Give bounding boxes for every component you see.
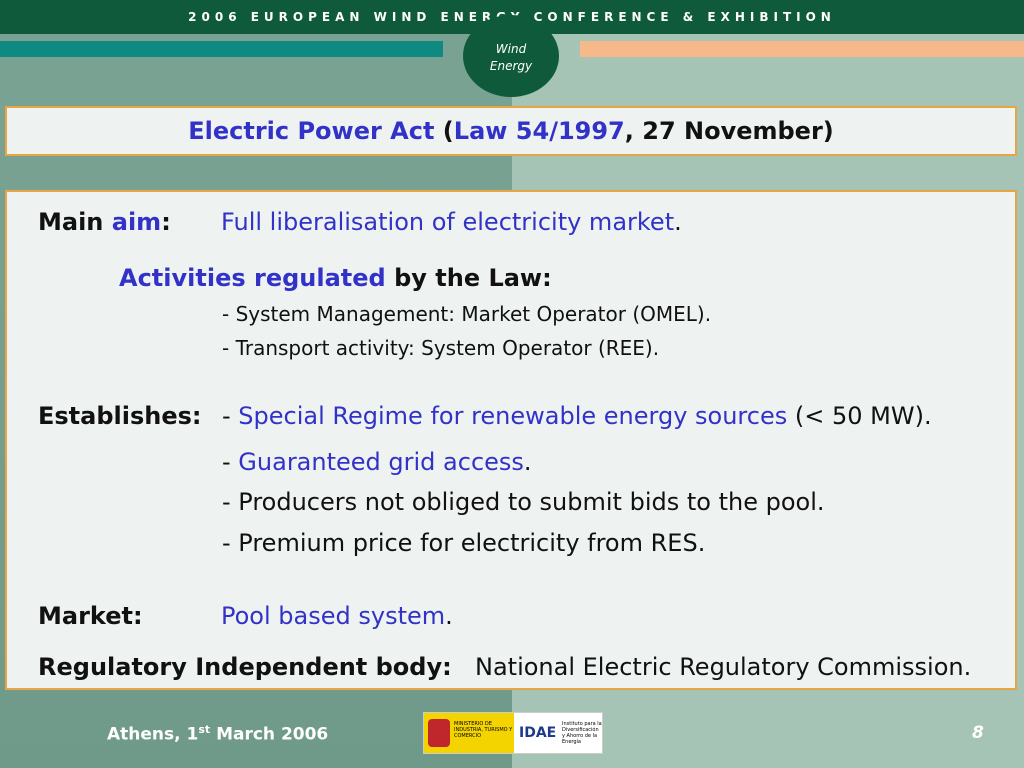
idae-text: Instituto para la Diversificación y Ahor… — [562, 721, 602, 745]
ministry-logo: MINISTERIO DE INDUSTRIA, TURISMO Y COMER… — [424, 713, 514, 753]
est2-grid-access: Guaranteed grid access — [238, 448, 524, 476]
est1-special-regime: Special Regime for renewable energy sour… — [238, 402, 788, 430]
activity-item-2: - Transport activity: System Operator (R… — [222, 336, 660, 360]
footer-date: March 2006 — [210, 724, 329, 745]
slide-title: Electric Power Act (Law 54/1997, 27 Nove… — [5, 106, 1017, 156]
regulatory-value: National Electric Regulatory Commission. — [475, 653, 972, 681]
idae-logo: IDAE Instituto para la Diversificación y… — [516, 713, 602, 753]
establishes-item-4: - Premium price for electricity from RES… — [222, 529, 706, 557]
logo-text-energy: Energy — [489, 59, 533, 73]
activity-item-1: - System Management: Market Operator (OM… — [222, 302, 712, 326]
est2-period: . — [523, 448, 532, 476]
wind-energy-logo: Wind Energy — [463, 15, 559, 97]
main-aim-value: Full liberalisation of electricity marke… — [221, 208, 682, 236]
footer-athens: Athens, 1 — [107, 724, 199, 745]
footer-location-date: Athens, 1st March 2006 — [107, 723, 328, 745]
market-value: Pool based system. — [221, 602, 453, 630]
est2-dash: - — [222, 448, 239, 476]
spain-crest-icon — [428, 719, 450, 747]
ministry-text: MINISTERIO DE INDUSTRIA, TURISMO Y COMER… — [454, 721, 513, 739]
establishes-item-2: - Guaranteed grid access. — [222, 448, 532, 476]
market-label: Market: — [38, 602, 143, 630]
main-aim-period: . — [674, 208, 682, 236]
content-panel: Main aim: Full liberalisation of electri… — [5, 190, 1017, 690]
footer-sup: st — [198, 723, 211, 736]
activities-regulated: Activities regulated — [119, 264, 386, 292]
sponsor-logos: MINISTERIO DE INDUSTRIA, TURISMO Y COMER… — [423, 712, 603, 754]
main-label: Main — [38, 208, 112, 236]
idae-mark: IDAE — [519, 725, 557, 741]
logo-text-wind: Wind — [495, 42, 527, 56]
est1-dash: - — [222, 402, 239, 430]
establishes-label: Establishes: — [38, 402, 202, 430]
title-date: , 27 November) — [624, 117, 834, 145]
market-pool: Pool based system — [221, 602, 446, 630]
page-number: 8 — [972, 723, 984, 743]
orange-stripe — [580, 41, 1024, 57]
activities-heading: Activities regulated by the Law: — [119, 264, 552, 292]
teal-stripe — [0, 41, 443, 57]
title-law: Law 54/1997 — [453, 117, 625, 145]
regulatory-label: Regulatory Independent body: — [38, 653, 452, 681]
title-paren: ( — [434, 117, 454, 145]
establishes-item-1: - Special Regime for renewable energy so… — [222, 402, 932, 430]
main-aim-text: Full liberalisation of electricity marke… — [221, 208, 675, 236]
main-aim-label: Main aim: — [38, 208, 171, 236]
est1-limit: (< 50 MW). — [787, 402, 932, 430]
main-colon: : — [161, 208, 171, 236]
establishes-item-3: - Producers not obliged to submit bids t… — [222, 488, 825, 516]
market-period: . — [445, 602, 453, 630]
activities-by-law: by the Law: — [385, 264, 552, 292]
aim-word: aim — [111, 208, 162, 236]
title-act: Electric Power Act — [188, 117, 435, 145]
